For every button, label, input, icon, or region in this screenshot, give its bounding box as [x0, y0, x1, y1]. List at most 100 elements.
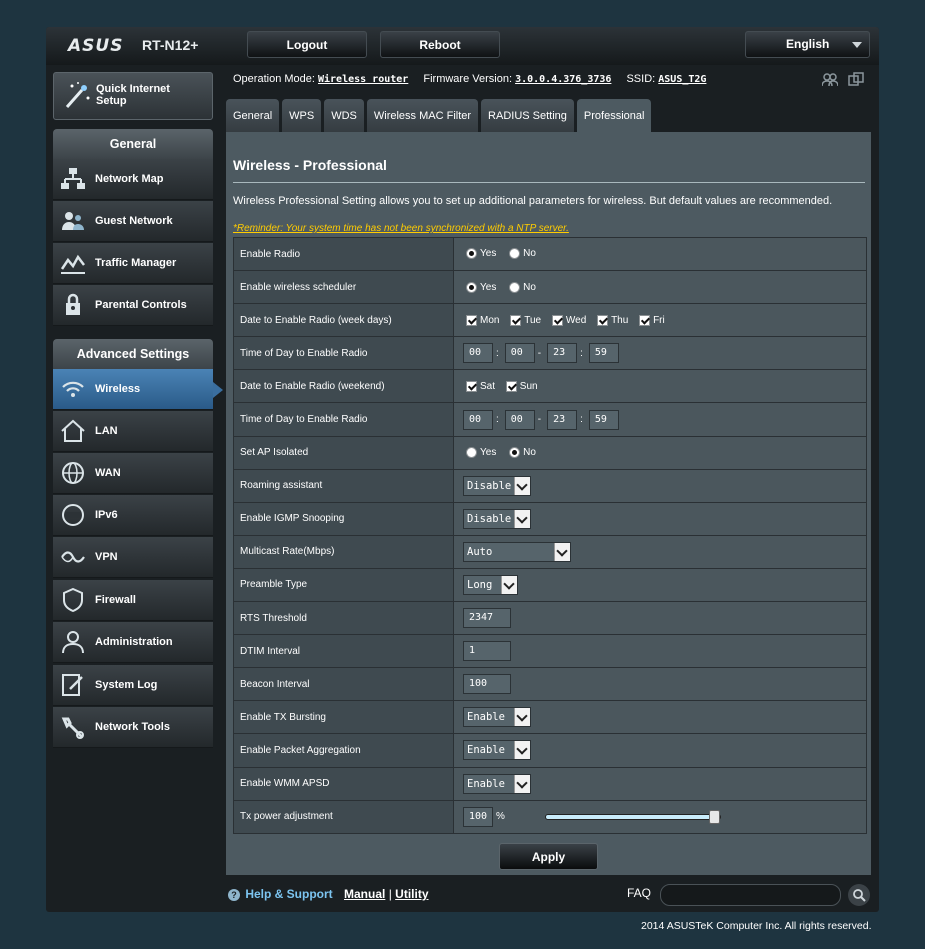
weekday-end-minute-input[interactable]: 59 — [588, 343, 619, 364]
sun-checkbox[interactable] — [505, 380, 517, 392]
chevron-down-icon — [852, 42, 862, 48]
chevron-down-icon — [554, 542, 570, 561]
sidebar-item-ipv6[interactable]: IPv6 — [53, 495, 213, 536]
weekend-end-hour-input[interactable]: 23 — [547, 409, 578, 430]
select-value: Disable — [467, 479, 512, 492]
tx-bursting-field: Enable — [453, 700, 867, 735]
table-row: Beacon Interval 100 — [233, 667, 867, 702]
weekend-end-minute-input[interactable]: 59 — [588, 409, 619, 430]
separator: : — [496, 347, 499, 359]
sidebar-item-administration[interactable]: Administration — [53, 622, 213, 663]
sidebar-item-network-map[interactable]: Network Map — [53, 159, 213, 200]
tab-general[interactable]: General — [226, 99, 280, 132]
beacon-input[interactable]: 100 — [463, 674, 511, 695]
preamble-select[interactable]: Long — [463, 574, 518, 595]
ntp-reminder-link[interactable]: *Reminder: Your system time has not been… — [233, 223, 569, 234]
tab-professional[interactable]: Professional — [576, 99, 652, 132]
sidebar-item-system-log[interactable]: System Log — [53, 665, 213, 706]
preamble-field: Long — [453, 567, 867, 603]
sidebar-item-network-tools[interactable]: Network Tools — [53, 707, 213, 748]
percent-sign: % — [496, 811, 505, 823]
clients-icon[interactable] — [822, 72, 838, 87]
operation-mode-link[interactable]: Wireless router — [318, 74, 408, 85]
sat-checkbox[interactable] — [466, 380, 477, 392]
tx-power-slider[interactable] — [544, 809, 721, 824]
tue-checkbox[interactable] — [510, 314, 522, 326]
wmm-apsd-field: Enable — [453, 766, 867, 801]
fri-checkbox[interactable] — [639, 314, 651, 326]
sidebar-item-vpn[interactable]: VPN — [53, 537, 213, 578]
ap-isolated-yes-radio[interactable] — [466, 447, 477, 459]
sidebar-item-label: IPv6 — [95, 509, 118, 521]
ssid-link[interactable]: ASUS_T2G — [658, 74, 706, 85]
tx-bursting-select[interactable]: Enable — [463, 707, 531, 728]
tx-power-field: 100% — [453, 799, 867, 834]
separator: : — [580, 347, 583, 359]
help-support-label: Help & Support — [245, 887, 333, 901]
copyright: 2014 ASUSTeK Computer Inc. All rights re… — [641, 920, 872, 932]
table-row: Multicast Rate(Mbps) Auto — [233, 534, 867, 569]
enable-radio-no-radio[interactable] — [509, 248, 521, 260]
sidebar-item-wan[interactable]: WAN — [53, 453, 213, 494]
packet-aggregation-select[interactable]: Enable — [463, 740, 531, 761]
dtim-field: 1 — [453, 634, 867, 669]
quick-internet-setup-button[interactable]: Quick Internet Setup — [53, 72, 213, 120]
slider-thumb[interactable] — [708, 809, 720, 824]
checkbox-label: Sat — [480, 380, 496, 392]
sidebar-item-lan[interactable]: LAN — [53, 411, 213, 452]
weekdays-field: Mon Tue Wed Thu Fri — [453, 303, 867, 338]
weekday-start-hour-input[interactable]: 00 — [463, 343, 493, 364]
language-select[interactable]: English — [745, 31, 870, 58]
thu-checkbox[interactable] — [597, 314, 609, 326]
table-row: Enable Radio Yes No — [233, 236, 867, 272]
roaming-select[interactable]: Disable — [463, 475, 531, 496]
tx-power-input[interactable]: 100 — [463, 806, 493, 827]
multicast-select[interactable]: Auto — [463, 541, 571, 562]
qis-label: Quick Internet Setup — [96, 83, 170, 107]
sidebar-item-traffic-manager[interactable]: Traffic Manager — [53, 243, 213, 284]
mon-checkbox[interactable] — [466, 314, 477, 326]
weekend-start-minute-input[interactable]: 00 — [504, 409, 535, 430]
weekday-time-field: 00:00-23:59 — [453, 336, 867, 371]
faq-search-button[interactable] — [848, 884, 870, 906]
weekend-time-field: 00:00-23:59 — [453, 402, 867, 437]
scheduler-no-radio[interactable] — [509, 281, 521, 293]
enable-radio-yes-radio[interactable] — [466, 248, 477, 260]
rts-input[interactable]: 2347 — [463, 608, 511, 629]
tab-radius-setting[interactable]: RADIUS Setting — [481, 99, 574, 132]
sidebar-item-firewall[interactable]: Firewall — [53, 580, 213, 621]
table-row: Enable IGMP Snooping Disable — [233, 501, 867, 536]
checkbox-label: Sun — [519, 380, 538, 392]
wed-checkbox[interactable] — [551, 314, 563, 326]
tab-wps[interactable]: WPS — [282, 99, 322, 132]
sidebar-item-parental-controls[interactable]: Parental Controls — [53, 285, 213, 326]
igmp-select[interactable]: Disable — [463, 508, 531, 529]
usb-app-icon[interactable] — [848, 72, 864, 87]
table-row: RTS Threshold 2347 — [233, 601, 867, 636]
roaming-label: Roaming assistant — [233, 468, 454, 503]
firmware-version-link[interactable]: 3.0.0.4.376_3736 — [515, 74, 611, 85]
sidebar-item-label: Network Map — [95, 173, 164, 185]
tab-wireless-mac-filter[interactable]: Wireless MAC Filter — [366, 99, 479, 132]
sidebar-item-guest-network[interactable]: Guest Network — [53, 201, 213, 242]
utility-link[interactable]: Utility — [395, 887, 428, 901]
separator: : — [496, 414, 499, 426]
tab-wds[interactable]: WDS — [324, 99, 364, 132]
weekend-start-hour-input[interactable]: 00 — [463, 409, 493, 430]
brand-logo: ASUS — [68, 36, 124, 56]
weekday-start-minute-input[interactable]: 00 — [504, 343, 535, 364]
manual-link[interactable]: Manual — [344, 887, 385, 901]
wmm-apsd-select[interactable]: Enable — [463, 773, 531, 794]
weekday-end-hour-input[interactable]: 23 — [547, 343, 578, 364]
faq-search-input[interactable] — [660, 884, 841, 906]
reboot-button[interactable]: Reboot — [380, 31, 500, 58]
scheduler-yes-radio[interactable] — [466, 281, 477, 293]
weekday-time-label: Time of Day to Enable Radio — [233, 336, 454, 371]
sidebar-item-wireless[interactable]: Wireless — [53, 369, 223, 410]
faq-label: FAQ — [627, 886, 652, 900]
logout-button[interactable]: Logout — [247, 31, 367, 58]
ap-isolated-no-radio[interactable] — [509, 447, 521, 459]
apply-button[interactable]: Apply — [499, 843, 598, 870]
dtim-input[interactable]: 1 — [463, 641, 511, 662]
table-row: Enable TX Bursting Enable — [233, 700, 867, 735]
